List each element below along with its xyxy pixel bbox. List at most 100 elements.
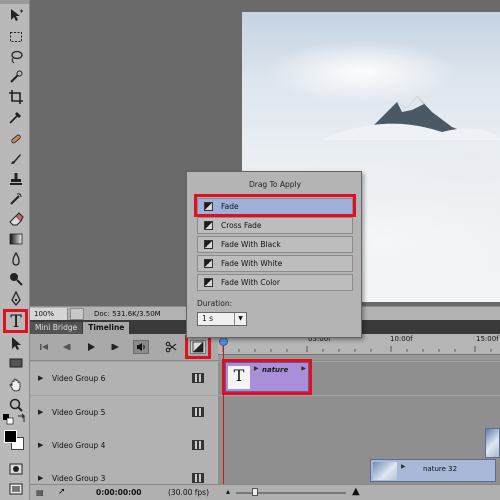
blur-tool-icon[interactable] (6, 250, 26, 268)
time-ruler[interactable]: 05:00f 10:00f 15:00f (218, 334, 500, 361)
transition-label: Fade With Black (221, 240, 281, 249)
transition-label: Fade With White (221, 259, 283, 268)
ruler-label-15s: 15:00f (476, 335, 499, 343)
timeline-zoom-thumb[interactable] (252, 488, 258, 496)
filmstrip-icon[interactable] (192, 440, 204, 450)
chevron-down-icon[interactable]: ▼ (234, 313, 246, 325)
track-header: ▶ Video Group 5 (30, 396, 218, 429)
playback-controls (30, 334, 218, 361)
playhead-handle[interactable] (219, 337, 228, 346)
track-name: Video Group 3 (52, 474, 106, 483)
current-time-display: 0:00:00:00 (96, 488, 142, 497)
transition-icon (204, 259, 213, 268)
next-frame-icon[interactable] (108, 340, 124, 354)
history-brush-tool-icon[interactable] (6, 190, 26, 208)
transition-icon (204, 278, 213, 287)
tools-panel: T (0, 0, 30, 500)
clip-menu-arrow-icon[interactable]: ▶ (401, 463, 406, 470)
play-icon[interactable] (83, 340, 99, 354)
tools-grip[interactable] (0, 0, 29, 4)
ruler-label-10s: 10:00f (390, 335, 413, 343)
track-name: Video Group 5 (52, 408, 106, 417)
track-name: Video Group 4 (52, 441, 106, 450)
transition-icon (204, 240, 213, 249)
track-lane[interactable] (218, 429, 500, 462)
ruler-ticks (222, 346, 492, 352)
duration-label: Duration: (197, 299, 233, 308)
timeline-footer: ▤ ➚ 0:00:00:00 (30.00 fps) ▴ ▲ (30, 484, 500, 500)
track-name: Video Group 6 (52, 374, 106, 383)
quick-mask-icon[interactable] (6, 460, 26, 478)
transition-fade-with-color[interactable]: Fade With Color (197, 274, 353, 291)
convert-frame-animation-icon[interactable]: ➚ (58, 487, 66, 497)
swap-colors-icon[interactable] (16, 413, 28, 425)
render-video-icon[interactable]: ▤ (36, 488, 44, 497)
rectangle-tool-icon[interactable] (6, 354, 26, 372)
text-clip-highlight (222, 359, 312, 395)
video-clip-thumbnail (373, 462, 397, 480)
gradient-tool-icon[interactable] (6, 230, 26, 248)
mountain-peak-image (322, 96, 500, 140)
track-header: ▶ Video Group 4 (30, 429, 218, 462)
type-tool-highlight (3, 309, 28, 333)
transition-fade-with-white[interactable]: Fade With White (197, 255, 353, 272)
timeline-panel: 05:00f 10:00f 15:00f ▶ Video Group 6 ▶ V… (30, 334, 500, 500)
brush-tool-icon[interactable] (6, 150, 26, 168)
duration-value: 1 s (202, 314, 214, 323)
expand-arrow-icon[interactable]: ▶ (38, 441, 43, 449)
track-video-group-5: ▶ Video Group 5 (30, 396, 500, 429)
zoom-level-field[interactable]: 100% (30, 307, 68, 320)
filmstrip-icon[interactable] (192, 373, 204, 383)
previous-frame-icon[interactable] (58, 340, 74, 354)
screen-mode-icon[interactable] (6, 480, 26, 498)
healing-brush-tool-icon[interactable] (6, 130, 26, 148)
tab-timeline[interactable]: Timeline (83, 322, 130, 334)
video-clip-nature-32[interactable]: ▶ nature 32 (370, 459, 496, 482)
transition-button-highlight (185, 335, 211, 359)
dodge-tool-icon[interactable] (6, 270, 26, 288)
marquee-tool-icon[interactable] (6, 28, 26, 46)
lasso-tool-icon[interactable] (6, 48, 26, 66)
track-lane[interactable] (218, 396, 500, 429)
foreground-color-swatch[interactable] (4, 430, 17, 443)
crop-tool-icon[interactable] (6, 88, 26, 106)
transition-icon (204, 221, 213, 230)
audio-mute-button[interactable] (133, 340, 149, 354)
duration-select[interactable]: 1 s ▼ (197, 312, 247, 326)
eyedropper-tool-icon[interactable] (6, 108, 26, 126)
hand-tool-icon[interactable] (6, 376, 26, 394)
eraser-tool-icon[interactable] (6, 210, 26, 228)
zoom-in-mountain-icon[interactable]: ▲ (352, 486, 360, 497)
track-video-group-4: ▶ Video Group 4 (30, 429, 500, 462)
move-tool-icon[interactable] (6, 6, 26, 24)
default-colors-icon[interactable] (2, 413, 14, 425)
clip-name: nature 32 (423, 465, 458, 473)
expand-arrow-icon[interactable]: ▶ (38, 474, 43, 482)
transition-cross-fade[interactable]: Cross Fade (197, 217, 353, 234)
path-selection-tool-icon[interactable] (6, 334, 26, 352)
filmstrip-icon[interactable] (192, 473, 204, 483)
photoshop-window: T 100% Doc: 531.6K/3.50M Mini Bridge Tim… (0, 0, 500, 500)
status-info-icon[interactable] (70, 307, 84, 320)
fade-item-highlight (194, 194, 356, 217)
transition-label: Fade With Color (221, 278, 280, 287)
zoom-out-mountain-icon[interactable]: ▴ (226, 487, 230, 496)
document-size-info: Doc: 531.6K/3.50M (94, 309, 161, 318)
video-clip-thumbnail[interactable] (485, 428, 500, 458)
split-scissors-icon[interactable] (163, 340, 179, 354)
expand-arrow-icon[interactable]: ▶ (38, 374, 43, 382)
track-header: ▶ Video Group 6 (30, 362, 218, 395)
transition-fade-with-black[interactable]: Fade With Black (197, 236, 353, 253)
pen-tool-icon[interactable] (6, 290, 26, 308)
tab-mini-bridge[interactable]: Mini Bridge (30, 322, 83, 334)
transition-dropdown: Drag To Apply Fade Cross Fade Fade With … (186, 171, 362, 338)
playhead-line[interactable] (223, 340, 224, 500)
transition-label: Cross Fade (221, 221, 262, 230)
clone-stamp-tool-icon[interactable] (6, 170, 26, 188)
first-frame-icon[interactable] (36, 340, 52, 354)
frame-rate-display: (30.00 fps) (168, 488, 210, 497)
popup-title: Drag To Apply (248, 180, 302, 189)
quick-selection-tool-icon[interactable] (6, 68, 26, 86)
filmstrip-icon[interactable] (192, 407, 204, 417)
expand-arrow-icon[interactable]: ▶ (38, 408, 43, 416)
